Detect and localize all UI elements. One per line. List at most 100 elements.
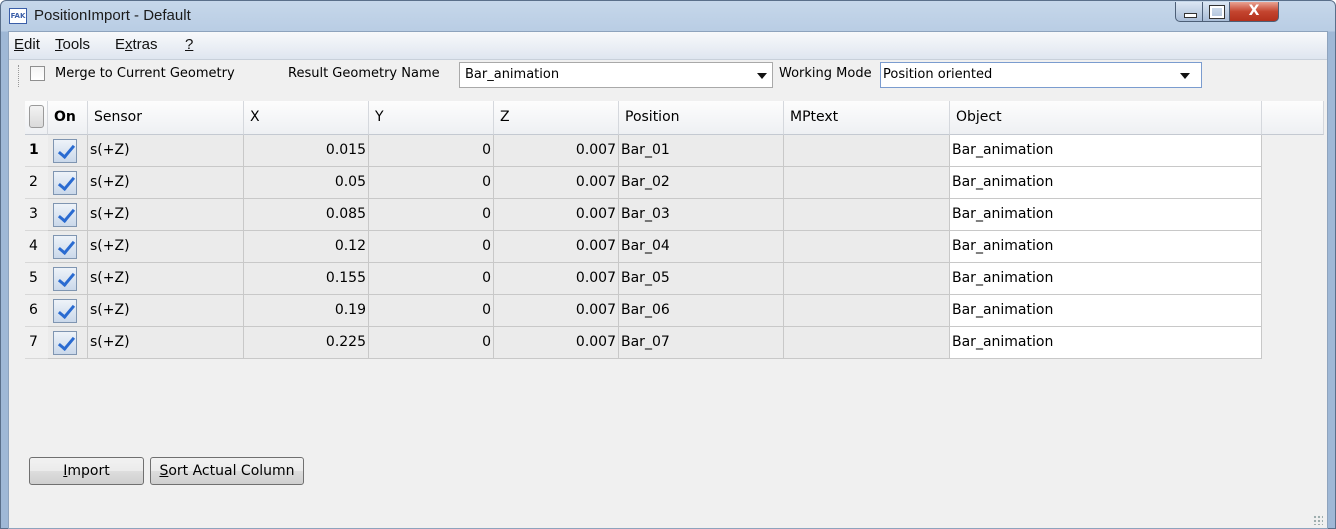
cell-x[interactable]: 0.225 [244,327,369,359]
cell-on [48,167,88,199]
cell-position[interactable]: Bar_05 [619,263,784,295]
row-number: 5 [29,270,38,286]
on-checkbox[interactable] [53,139,77,163]
cell-z[interactable]: 0.007 [494,199,619,231]
menu-extras[interactable]: Extras [115,36,158,53]
cell-y[interactable]: 0 [369,199,494,231]
row-header[interactable]: 3 [25,199,48,231]
on-checkbox[interactable] [53,203,77,227]
column-header-y[interactable]: Y [369,101,494,135]
cell-sensor[interactable]: s(+Z) [88,135,244,167]
menu-edit[interactable]: Edit [14,36,40,53]
row-number: 2 [29,174,38,190]
row-header[interactable]: 5 [25,263,48,295]
cell-sensor-text: s(+Z) [90,270,130,286]
column-header-on[interactable]: On [48,101,88,135]
cell-object-text: Bar_animation [952,334,1054,350]
cell-object[interactable]: Bar_animation [950,135,1262,167]
cell-z[interactable]: 0.007 [494,327,619,359]
cell-y[interactable]: 0 [369,135,494,167]
corner-button[interactable] [29,105,44,128]
cell-sensor[interactable]: s(+Z) [88,231,244,263]
merge-checkbox[interactable] [30,66,45,81]
cell-position[interactable]: Bar_06 [619,295,784,327]
cell-mptext[interactable] [784,327,950,359]
row-header[interactable]: 6 [25,295,48,327]
minimize-button[interactable] [1175,2,1203,22]
cell-y[interactable]: 0 [369,231,494,263]
cell-y[interactable]: 0 [369,263,494,295]
cell-sensor[interactable]: s(+Z) [88,167,244,199]
cell-object[interactable]: Bar_animation [950,263,1262,295]
row-header[interactable]: 4 [25,231,48,263]
cell-x[interactable]: 0.19 [244,295,369,327]
cell-on [48,231,88,263]
title-bar[interactable]: FAK PositionImport - Default X [1,1,1335,31]
cell-mptext[interactable] [784,135,950,167]
column-header-object[interactable]: Object [950,101,1262,135]
cell-mptext[interactable] [784,199,950,231]
select-all-header[interactable] [25,101,48,135]
sort-actual-column-button[interactable]: Sort Actual Column [150,457,304,485]
cell-z-text: 0.007 [575,334,616,350]
cell-x[interactable]: 0.155 [244,263,369,295]
working-mode-select[interactable]: Position oriented [880,62,1202,88]
cell-y[interactable]: 0 [369,327,494,359]
cell-position-text: Bar_04 [621,238,670,254]
positions-table: On Sensor X Y Z Position MPtext Object 1… [25,101,1324,397]
cell-z[interactable]: 0.007 [494,231,619,263]
cell-y[interactable]: 0 [369,295,494,327]
close-button[interactable]: X [1230,2,1279,22]
on-checkbox[interactable] [53,171,77,195]
cell-z[interactable]: 0.007 [494,135,619,167]
cell-object[interactable]: Bar_animation [950,167,1262,199]
row-header[interactable]: 2 [25,167,48,199]
column-header-z[interactable]: Z [494,101,619,135]
toolbar-grip[interactable] [18,65,22,87]
import-button[interactable]: Import [29,457,144,485]
result-geometry-name-combobox[interactable]: Bar_animation [459,62,773,88]
cell-y-text: 0 [482,142,491,158]
maximize-button[interactable] [1203,2,1230,22]
on-checkbox[interactable] [53,267,77,291]
cell-sensor[interactable]: s(+Z) [88,327,244,359]
cell-position[interactable]: Bar_07 [619,327,784,359]
cell-object[interactable]: Bar_animation [950,327,1262,359]
cell-position[interactable]: Bar_01 [619,135,784,167]
column-header-x[interactable]: X [244,101,369,135]
cell-z[interactable]: 0.007 [494,167,619,199]
cell-position[interactable]: Bar_04 [619,231,784,263]
on-checkbox[interactable] [53,299,77,323]
cell-z[interactable]: 0.007 [494,263,619,295]
on-checkbox[interactable] [53,331,77,355]
cell-position[interactable]: Bar_02 [619,167,784,199]
cell-sensor[interactable]: s(+Z) [88,263,244,295]
cell-object[interactable]: Bar_animation [950,295,1262,327]
column-header-sensor[interactable]: Sensor [88,101,244,135]
cell-object[interactable]: Bar_animation [950,199,1262,231]
on-checkbox[interactable] [53,235,77,259]
cell-sensor[interactable]: s(+Z) [88,295,244,327]
menu-help[interactable]: ? [185,36,193,53]
cell-mptext[interactable] [784,167,950,199]
cell-sensor[interactable]: s(+Z) [88,199,244,231]
cell-mptext[interactable] [784,263,950,295]
cell-y[interactable]: 0 [369,167,494,199]
cell-x[interactable]: 0.085 [244,199,369,231]
row-header[interactable]: 1 [25,135,48,167]
cell-x[interactable]: 0.12 [244,231,369,263]
cell-x[interactable]: 0.015 [244,135,369,167]
cell-mptext[interactable] [784,295,950,327]
column-header-mptext[interactable]: MPtext [784,101,950,135]
cell-object[interactable]: Bar_animation [950,231,1262,263]
client-area: Edit Tools Extras ? Merge to Current Geo… [8,31,1328,529]
menu-tools[interactable]: Tools [55,36,90,53]
cell-object-text: Bar_animation [952,174,1054,190]
column-header-position[interactable]: Position [619,101,784,135]
cell-z[interactable]: 0.007 [494,295,619,327]
cell-mptext[interactable] [784,231,950,263]
cell-x[interactable]: 0.05 [244,167,369,199]
cell-position[interactable]: Bar_03 [619,199,784,231]
row-header[interactable]: 7 [25,327,48,359]
resize-grip[interactable] [1313,515,1323,525]
